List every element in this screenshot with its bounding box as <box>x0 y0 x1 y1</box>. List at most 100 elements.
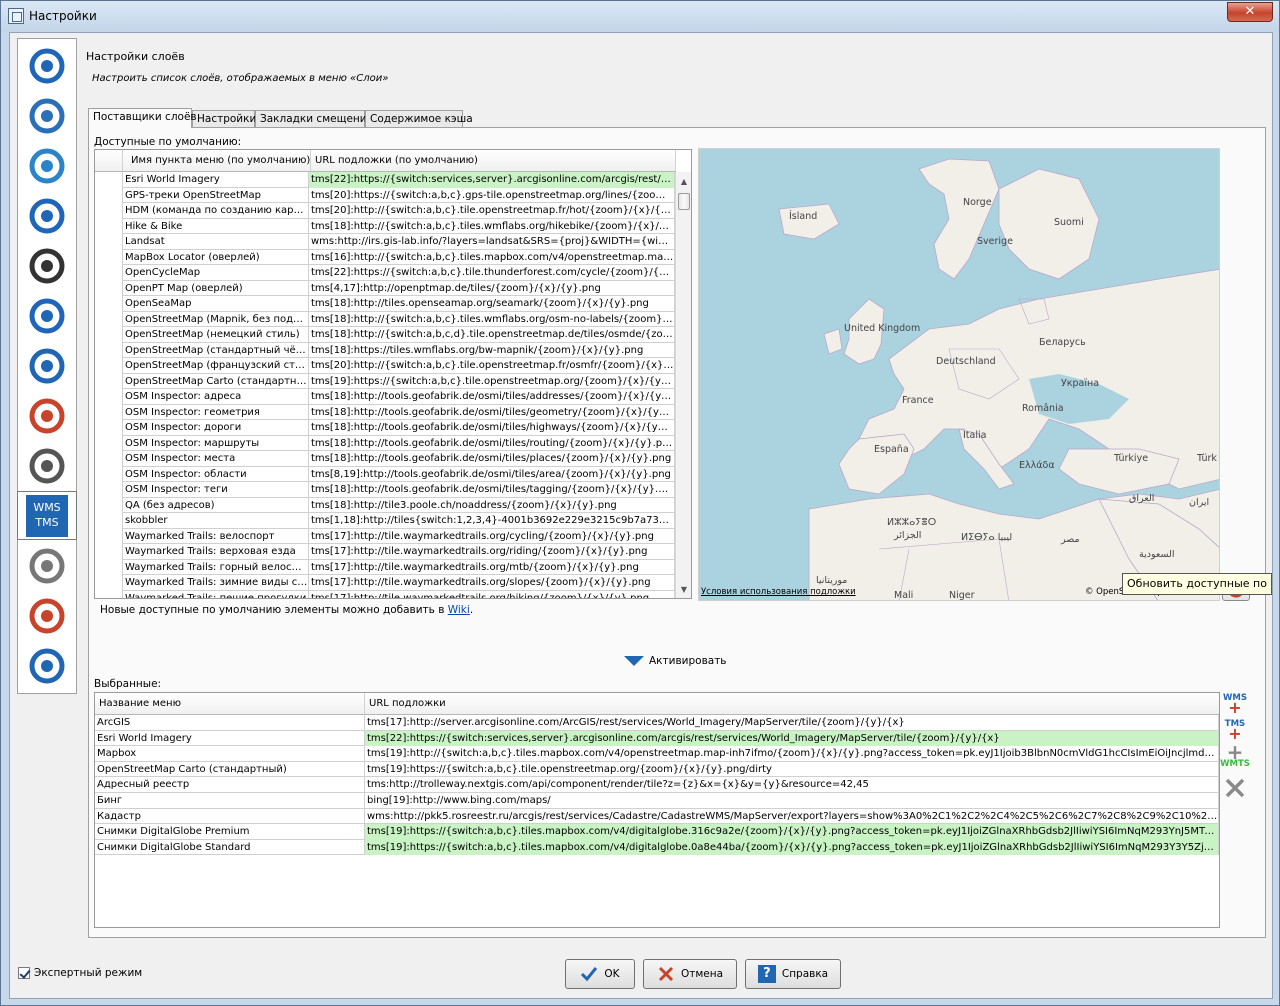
table-row[interactable]: QA (без адресов) tms[18]:http://tile3.poo… <box>95 497 675 513</box>
sidebar-tab-0[interactable] <box>19 41 75 90</box>
layer-name-cell[interactable]: OpenPT Map (оверлей) <box>123 280 309 296</box>
selected-name-cell[interactable]: Esri World Imagery <box>95 730 365 747</box>
checkbox-checked-icon[interactable] <box>18 967 30 979</box>
layer-name-cell[interactable]: OpenCycleMap <box>123 265 309 281</box>
sidebar-tab-4[interactable] <box>19 241 75 290</box>
add-wmts-button[interactable]: + WMTS <box>1220 742 1250 769</box>
selected-layers-table[interactable]: Название меню URL подложки ArcGIS tms[17]… <box>94 692 1220 928</box>
table-row[interactable]: Esri World Imagery tms[22]:https://{switc… <box>95 172 675 188</box>
tab-settings[interactable]: Настройки <box>192 110 256 127</box>
layer-name-cell[interactable]: Waymarked Trails: горный велоспорт <box>123 559 309 575</box>
sidebar-tab-7[interactable] <box>19 391 75 440</box>
layer-name-cell[interactable]: skobbler <box>123 513 309 529</box>
selected-name-cell[interactable]: Адресный реестр <box>95 777 365 793</box>
scroll-down-icon[interactable]: ▼ <box>676 582 691 598</box>
layer-url-cell[interactable]: tms[18]:http://tools.geofabrik.de/osmi/t… <box>309 451 675 467</box>
layer-name-cell[interactable]: Waymarked Trails: зимние виды сп... <box>123 575 309 591</box>
table-row[interactable]: Hike & Bike tms[18]:http://{switch:a,b,c}… <box>95 218 675 234</box>
layer-name-cell[interactable]: OpenSeaMap <box>123 296 309 312</box>
selected-url-cell[interactable]: tms[17]:http://server.arcgisonline.com/A… <box>365 715 1219 731</box>
tab-layer-providers[interactable]: Поставщики слоёв <box>88 108 197 128</box>
layer-url-cell[interactable]: tms[17]:http://tile.waymarkedtrails.org/… <box>309 528 675 544</box>
selected-url-cell[interactable]: tms[19]:https://{switch:a,b,c}.tiles.map… <box>365 824 1219 840</box>
sidebar-tab-12[interactable] <box>19 641 75 690</box>
layer-name-cell[interactable]: OSM Inspector: адреса <box>123 389 309 405</box>
layer-name-cell[interactable]: OpenStreetMap (французский стиль) <box>123 358 309 374</box>
layer-name-cell[interactable]: Landsat <box>123 234 309 250</box>
layer-url-cell[interactable]: wms:http://irs.gis-lab.info/?layers=land… <box>309 234 675 250</box>
scroll-thumb[interactable] <box>678 193 690 210</box>
layer-url-cell[interactable]: tms[19]:https://{switch:a,b,c}.tile.open… <box>309 373 675 389</box>
wiki-link[interactable]: Wiki <box>448 604 470 616</box>
table-row[interactable]: OSM Inspector: области tms[8,19]:http://t… <box>95 466 675 482</box>
layer-name-cell[interactable]: OpenStreetMap Carto (стандартный) <box>123 373 309 389</box>
table-row[interactable]: Esri World Imagery tms[22]:https://{switc… <box>95 730 1219 747</box>
layer-name-cell[interactable]: QA (без адресов) <box>123 497 309 513</box>
layer-name-cell[interactable]: OSM Inspector: теги <box>123 482 309 498</box>
selected-url-cell[interactable]: tms[19]:http://{switch:a,b,c}.tiles.mapb… <box>365 746 1219 762</box>
add-tms-button[interactable]: TMS + <box>1220 719 1250 742</box>
layer-name-cell[interactable]: OSM Inspector: дороги <box>123 420 309 436</box>
expert-mode-checkbox[interactable]: Экспертный режим <box>18 967 142 979</box>
table-row[interactable]: OpenStreetMap (Mapnik, без подпи... tms[1… <box>95 311 675 327</box>
selected-url-cell[interactable]: bing[19]:http://www.bing.com/maps/ <box>365 793 1219 809</box>
table-row[interactable]: ArcGIS tms[17]:http://server.arcgisonline… <box>95 715 1219 731</box>
layer-url-cell[interactable]: tms[20]:http://{switch:a,b,c}.tile.opens… <box>309 203 675 219</box>
layer-name-cell[interactable]: Waymarked Trails: пешие прогулки <box>123 590 309 598</box>
layer-name-cell[interactable]: OpenStreetMap (стандартный чёр... <box>123 342 309 358</box>
layer-name-cell[interactable]: OSM Inspector: области <box>123 466 309 482</box>
table-row[interactable]: OpenSeaMap tms[18]:http://tiles.openseama… <box>95 296 675 312</box>
sidebar-tab-3[interactable] <box>19 191 75 240</box>
sidebar-tab-10[interactable] <box>19 541 75 590</box>
default-layers-table[interactable]: Имя пункта меню (по умолчанию) URL подло… <box>94 149 692 599</box>
selected-url-cell[interactable]: wms:http://pkk5.rosreestr.ru/arcgis/rest… <box>365 808 1219 825</box>
layer-url-cell[interactable]: tms[1,18]:http://tiles{switch:1,2,3,4}-4… <box>309 513 675 529</box>
table-row[interactable]: OpenStreetMap (французский стиль) tms[20]… <box>95 358 675 374</box>
tab-cache-contents[interactable]: Содержимое кэша <box>365 110 473 127</box>
layer-name-cell[interactable]: Waymarked Trails: велоспорт <box>123 528 309 544</box>
layer-url-cell[interactable]: tms[17]:http://tile.waymarkedtrails.org/… <box>309 575 675 591</box>
layer-name-cell[interactable]: Waymarked Trails: верховая езда <box>123 544 309 560</box>
table-row[interactable]: Waymarked Trails: верховая езда tms[17]:h… <box>95 544 675 560</box>
layer-name-cell[interactable]: MapBox Locator (оверлей) <box>123 249 309 265</box>
scroll-up-icon[interactable]: ▲ <box>676 174 691 190</box>
table-row[interactable]: HDM (команда по созданию карт г... tms[20… <box>95 203 675 219</box>
map-terms-link[interactable]: Условия использования подложки <box>701 587 856 597</box>
table-row[interactable]: Снимки DigitalGlobe Standard tms[19]:http… <box>95 839 1219 856</box>
selected-name-cell[interactable]: ArcGIS <box>95 715 365 731</box>
layer-url-cell[interactable]: tms[18]:http://{switch:a,b,c,d}.tile.ope… <box>309 327 675 343</box>
sidebar-tab-5[interactable] <box>19 291 75 340</box>
table-row[interactable]: MapBox Locator (оверлей) tms[16]:http://{… <box>95 249 675 265</box>
layer-url-cell[interactable]: tms[18]:http://tools.geofabrik.de/osmi/t… <box>309 435 675 451</box>
layer-url-cell[interactable]: tms[18]:https://tiles.wmflabs.org/bw-map… <box>309 342 675 358</box>
ok-button[interactable]: OK <box>565 959 635 989</box>
sidebar-tab-6[interactable] <box>19 341 75 390</box>
selected-name-cell[interactable]: Кадастр <box>95 808 365 825</box>
sidebar-tab-9[interactable]: WMS TMS <box>17 491 77 540</box>
close-button[interactable]: ✕ <box>1227 2 1273 22</box>
layer-name-cell[interactable]: HDM (команда по созданию карт г... <box>123 203 309 219</box>
layer-name-cell[interactable]: OpenStreetMap (Mapnik, без подпи... <box>123 311 309 327</box>
table-row[interactable]: OpenStreetMap (стандартный чёр... tms[18]… <box>95 342 675 358</box>
layer-url-cell[interactable]: tms[17]:http://tile.waymarkedtrails.org/… <box>309 544 675 560</box>
table-row[interactable]: OpenStreetMap Carto (стандартный) tms[19]… <box>95 761 1219 778</box>
table-row[interactable]: OSM Inspector: дороги tms[18]:http://tool… <box>95 420 675 436</box>
column-tile-url[interactable]: URL подложки <box>365 693 1219 714</box>
layer-name-cell[interactable]: GPS-треки OpenStreetMap <box>123 187 309 203</box>
layer-url-cell[interactable]: tms[22]:https://{switch:services,server}… <box>309 172 675 188</box>
default-table-scrollbar[interactable]: ▲ ▼ <box>675 172 691 598</box>
layer-name-cell[interactable]: OSM Inspector: места <box>123 451 309 467</box>
table-row[interactable]: Waymarked Trails: зимние виды сп... tms[1… <box>95 575 675 591</box>
layer-name-cell[interactable]: OSM Inspector: маршруты <box>123 435 309 451</box>
selected-name-cell[interactable]: OpenStreetMap Carto (стандартный) <box>95 761 365 778</box>
title-bar[interactable]: Настройки ✕ <box>1 1 1279 32</box>
selected-name-cell[interactable]: Mapbox <box>95 746 365 762</box>
layer-name-cell[interactable]: OpenStreetMap (немецкий стиль) <box>123 327 309 343</box>
layer-url-cell[interactable]: tms[20]:http://{switch:a,b,c}.tile.opens… <box>309 358 675 374</box>
table-row[interactable]: Бинг bing[19]:http://www.bing.com/maps/ <box>95 793 1219 809</box>
layer-url-cell[interactable]: tms[18]:http://{switch:a,b,c}.tiles.wmfl… <box>309 218 675 234</box>
layer-url-cell[interactable]: tms[17]:http://tile.waymarkedtrails.org/… <box>309 559 675 575</box>
table-row[interactable]: OSM Inspector: маршруты tms[18]:http://to… <box>95 435 675 451</box>
selected-name-cell[interactable]: Бинг <box>95 793 365 809</box>
add-wms-button[interactable]: WMS + <box>1220 693 1250 716</box>
